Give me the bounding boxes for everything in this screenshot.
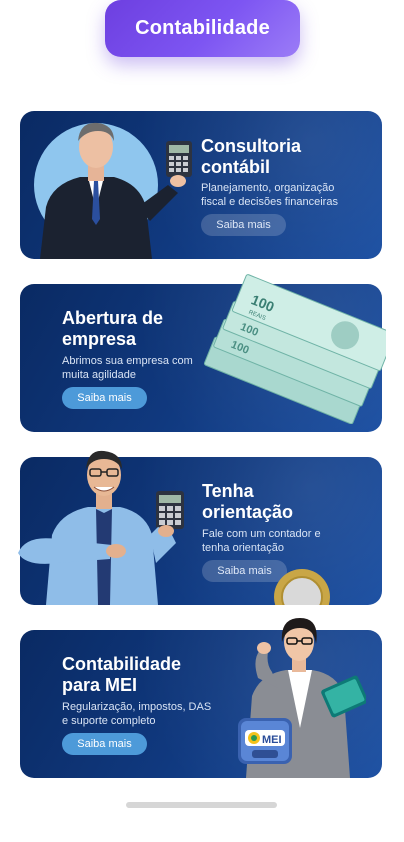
card-description: Fale com um contador e tenha orientação [202, 528, 321, 554]
service-card-consultoria[interactable]: Consultoria contábil Planejamento, organi… [20, 111, 382, 259]
saiba-mais-button[interactable]: Saiba mais [62, 387, 147, 409]
card-title: Tenha orientação [202, 481, 294, 522]
saiba-mais-button[interactable]: Saiba mais [201, 214, 286, 236]
card-title: Contabilidade para MEI [62, 654, 182, 695]
card-description: Abrimos sua empresa com muita agilidade [62, 355, 193, 381]
mei-badge-label: MEI [262, 734, 282, 746]
man-calculator-illustration [18, 450, 184, 605]
card-title: Consultoria contábil [201, 136, 302, 177]
money-bills-illustration: 100 REAIS 100 100 [203, 274, 386, 424]
page-title: Contabilidade [105, 0, 300, 57]
card-title: Abertura de empresa [62, 308, 164, 349]
card-description: Planejamento, organização fiscal e decisõ… [201, 182, 338, 208]
service-card-orientacao[interactable]: Tenha orientação Fale com um contador e te… [18, 450, 382, 605]
service-card-abertura[interactable]: Abertura de empresa Abrimos sua empresa c… [20, 274, 386, 432]
service-card-mei[interactable]: Contabilidade para MEI Regularização, imp… [20, 618, 382, 778]
coin-icon [274, 569, 330, 605]
saiba-mais-button[interactable]: Saiba mais [62, 733, 147, 755]
home-indicator[interactable] [126, 802, 277, 808]
businessman-calculator-illustration [34, 122, 192, 259]
woman-tablet-illustration: MEI [238, 618, 366, 778]
card-description: Regularização, impostos, DAS e suporte co… [62, 701, 212, 727]
